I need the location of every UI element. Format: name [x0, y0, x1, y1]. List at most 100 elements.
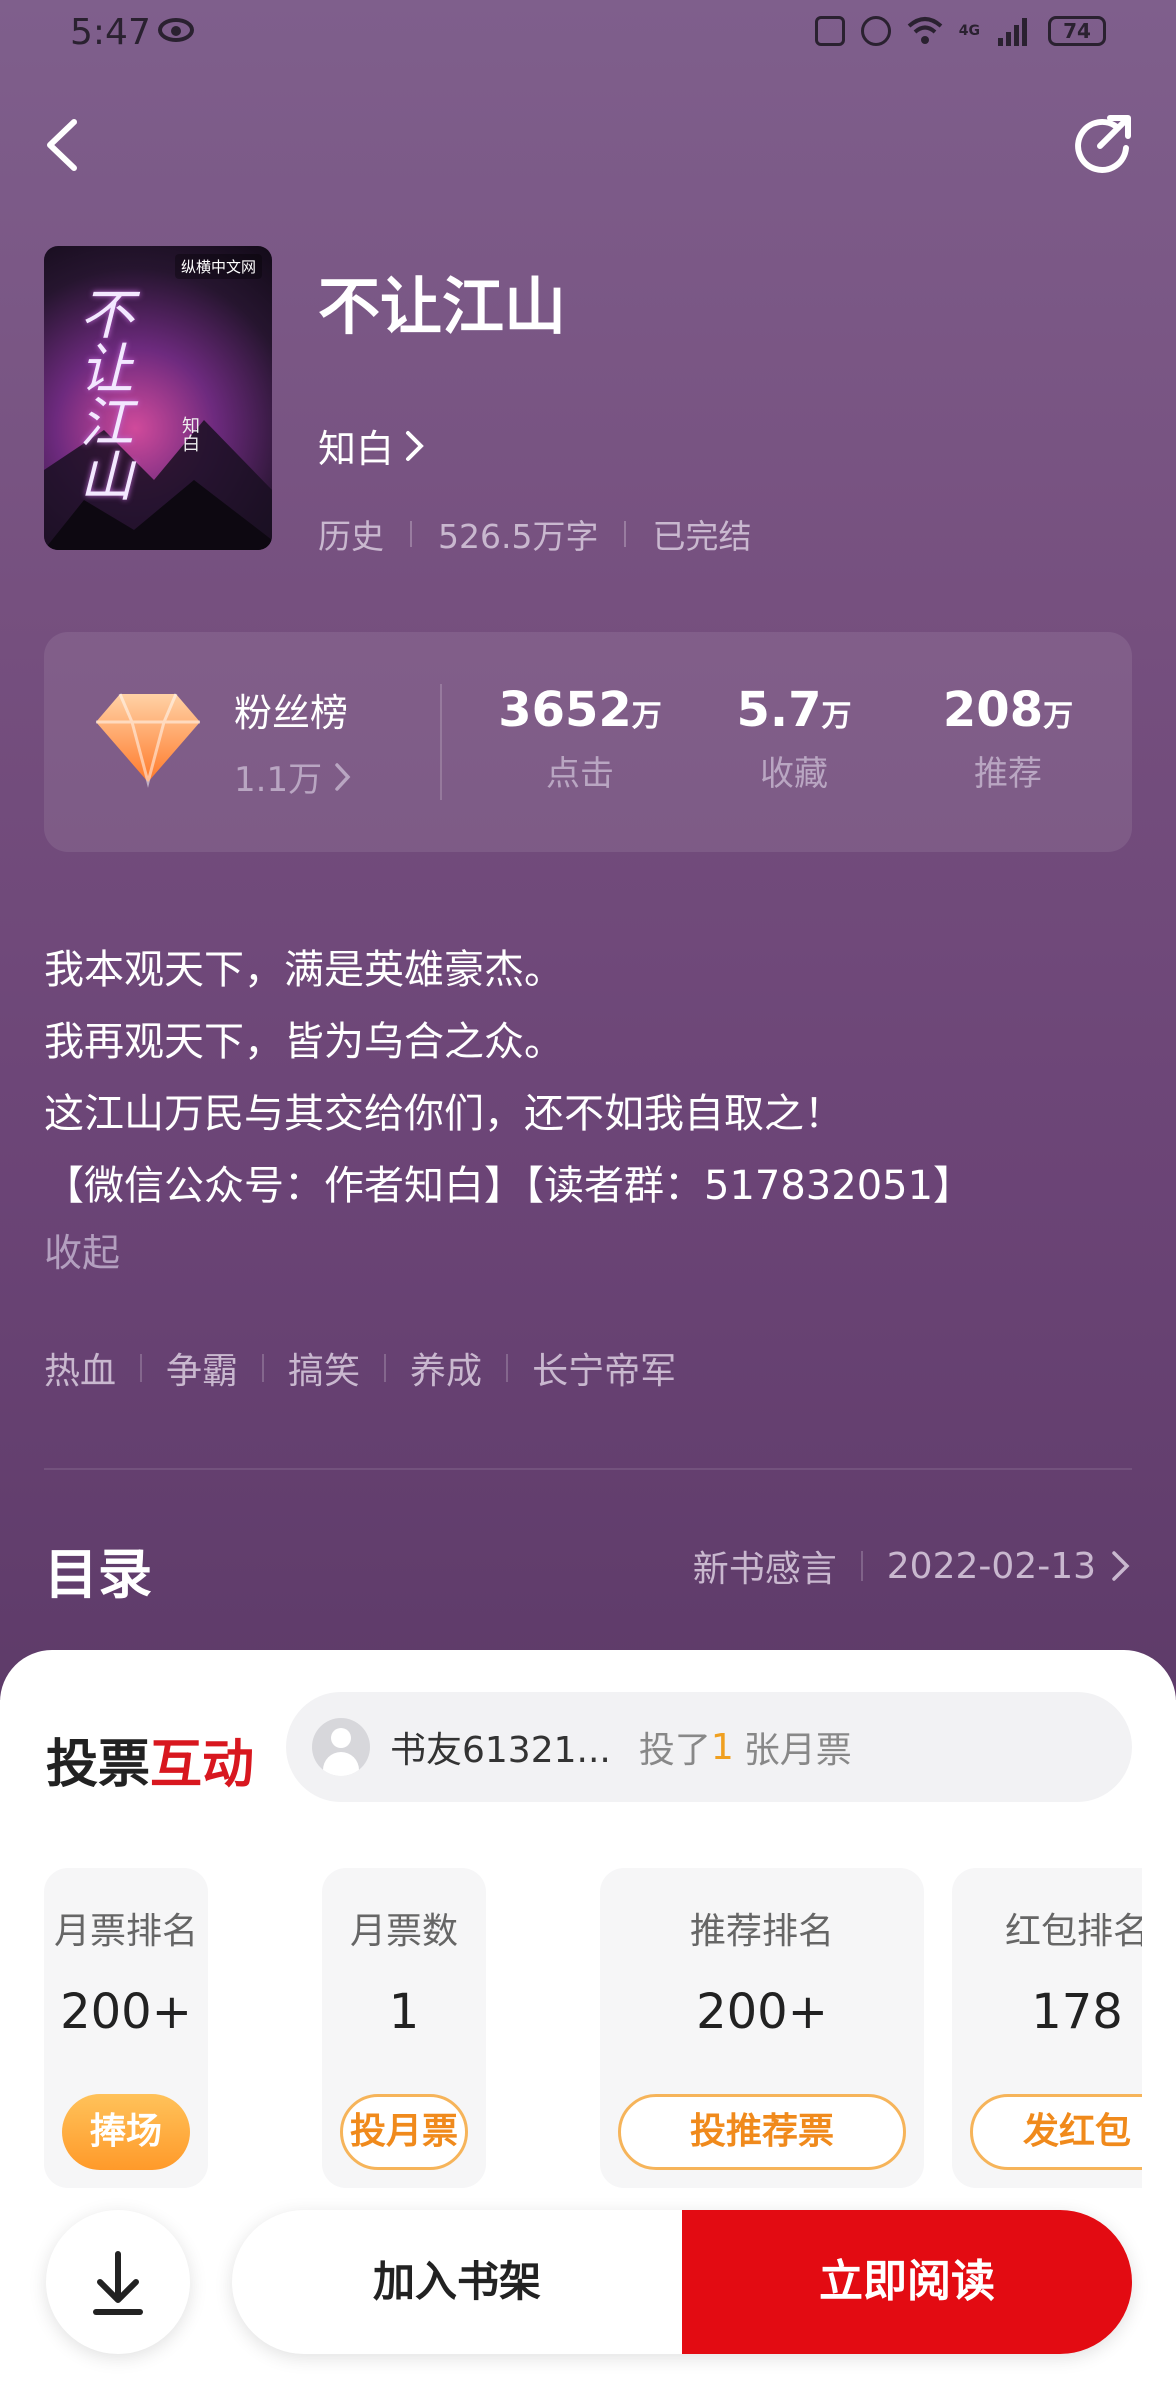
stat-value: 3652 — [498, 682, 632, 738]
chevron-right-icon — [335, 762, 351, 791]
cover-publisher-logo: 纵横中文网 — [174, 254, 262, 279]
latest-chapter: 新书感言 — [692, 1549, 837, 1590]
divider — [860, 1551, 863, 1581]
stat-clicks: 3652万 点击 — [480, 682, 680, 795]
network-label: 4G — [958, 23, 980, 39]
eye-icon — [158, 18, 194, 42]
book-word-count: 526.5万字 — [438, 517, 599, 556]
ticker-user: 书友61321... — [390, 1730, 611, 1771]
tag-item[interactable]: 养成 — [410, 1342, 482, 1394]
wifi-icon — [907, 17, 943, 44]
diamond-icon — [96, 693, 200, 788]
ticker-count: 1 — [710, 1726, 734, 1768]
card-title: 月票排名 — [53, 1911, 198, 1952]
ticker-action: 投了 — [638, 1730, 711, 1771]
vote-title-part2: 互动 — [150, 1734, 255, 1795]
divider — [262, 1354, 265, 1382]
vote-card-monthly-rank: 月票排名 200+ 捧场 — [44, 1868, 208, 2188]
vote-card-monthly-votes: 月票数 1 投月票 — [322, 1868, 486, 2188]
book-title: 不让江山 — [318, 270, 567, 343]
author-name: 知白 — [318, 427, 395, 471]
vote-card-recommend-rank: 推荐排名 200+ 投推荐票 — [600, 1868, 924, 2188]
card-title: 推荐排名 — [689, 1911, 834, 1952]
tag-item[interactable]: 搞笑 — [288, 1342, 360, 1394]
author-link[interactable]: 知白 — [318, 418, 426, 473]
synopsis-line: 【微信公众号：作者知白】【读者群：517832051】 — [44, 1163, 974, 1209]
book-synopsis: 我本观天下，满是英雄豪杰。 我再观天下，皆为乌合之众。 这江山万民与其交给你们，… — [44, 934, 1134, 1222]
book-genre: 历史 — [318, 517, 384, 556]
synopsis-line: 我本观天下，满是英雄豪杰。 — [44, 947, 564, 993]
card-value: 200+ — [60, 1984, 192, 2040]
nfc-icon — [814, 16, 845, 46]
fans-count: 1.1万 — [234, 760, 323, 800]
book-cover[interactable]: 纵横中文网 不让江山 知白 — [44, 246, 272, 550]
stat-value: 5.7 — [736, 682, 822, 738]
latest-date: 2022-02-13 — [886, 1545, 1096, 1587]
read-now-button[interactable]: 立即阅读 — [682, 2210, 1132, 2354]
card-value: 1 — [388, 1984, 420, 2040]
vote-ticker: 书友61321... 投了 1 张月票 — [286, 1692, 1132, 1802]
cover-author: 知白 — [179, 416, 200, 452]
divider — [410, 521, 412, 547]
download-button[interactable] — [46, 2210, 190, 2354]
monthly-vote-button[interactable]: 投月票 — [340, 2094, 468, 2170]
battery-icon: 74 — [1048, 16, 1106, 46]
card-value: 178 — [1031, 1984, 1123, 2040]
stat-unit: 万 — [1043, 699, 1074, 734]
tag-item[interactable]: 长宁帝军 — [532, 1342, 676, 1394]
avatar — [312, 1718, 370, 1776]
action-pill: 加入书架 立即阅读 — [232, 2210, 1132, 2354]
stat-label: 点击 — [546, 754, 614, 794]
stat-label: 收藏 — [760, 754, 828, 794]
card-title: 月票数 — [349, 1911, 458, 1952]
red-packet-button[interactable]: 发红包 — [970, 2094, 1142, 2170]
vote-card-redpacket-rank: 红包排名 178 发红包 — [952, 1868, 1142, 2188]
share-button[interactable] — [1070, 112, 1134, 176]
stat-value: 208 — [942, 682, 1044, 738]
tag-item[interactable]: 争霸 — [166, 1342, 238, 1394]
synopsis-line: 我再观天下，皆为乌合之众。 — [44, 1019, 564, 1065]
card-title: 红包排名 — [1004, 1911, 1142, 1952]
cover-title: 不让江山 — [70, 286, 133, 502]
vote-title: 投票互动 — [46, 1722, 254, 1797]
fans-rank-label[interactable]: 粉丝榜 — [234, 682, 348, 737]
stat-label: 推荐 — [974, 754, 1042, 794]
vote-cards: 月票排名 200+ 捧场 月票数 1 投月票 推荐排名 200+ 投推荐票 红包… — [44, 1868, 1142, 2188]
stat-unit: 万 — [821, 699, 852, 734]
stat-unit: 万 — [631, 699, 662, 734]
toc-title[interactable]: 目录 — [44, 1530, 152, 1609]
toc-latest-link[interactable]: 新书感言 2022-02-13 — [693, 1540, 1132, 1592]
divider — [384, 1354, 387, 1382]
recommend-vote-button[interactable]: 投推荐票 — [618, 2094, 906, 2170]
add-to-shelf-button[interactable]: 加入书架 — [232, 2210, 682, 2354]
support-button[interactable]: 捧场 — [62, 2094, 190, 2170]
back-button[interactable] — [40, 118, 88, 172]
synopsis-line: 这江山万民与其交给你们，还不如我自取之！ — [44, 1091, 844, 1137]
divider — [440, 684, 442, 800]
divider — [506, 1354, 509, 1382]
status-time: 5:47 — [70, 12, 151, 53]
vote-title-part1: 投票 — [46, 1734, 151, 1795]
stats-card: 粉丝榜 1.1万 3652万 点击 5.7万 收藏 208万 推荐 — [44, 632, 1132, 852]
book-status: 已完结 — [652, 517, 752, 556]
ticker-suffix: 张月票 — [743, 1730, 852, 1771]
alarm-icon — [860, 16, 891, 46]
bottom-action-bar: 加入书架 立即阅读 — [0, 2200, 1176, 2400]
chevron-right-icon — [406, 430, 424, 461]
tag-item[interactable]: 热血 — [44, 1342, 116, 1394]
divider — [140, 1354, 143, 1382]
tag-list: 热血 争霸 搞笑 养成 长宁帝军 — [44, 1342, 676, 1394]
status-bar: 5:47 4G 74 — [0, 0, 1176, 70]
signal-icon — [998, 18, 1027, 46]
status-icons: 4G 74 — [814, 16, 1106, 46]
collapse-synopsis-button[interactable]: 收起 — [44, 1222, 120, 1277]
card-value: 200+ — [696, 1984, 828, 2040]
download-icon — [93, 2251, 143, 2315]
book-meta: 历史 526.5万字 已完结 — [318, 510, 751, 558]
stat-recommend: 208万 推荐 — [908, 682, 1108, 795]
stat-favorites: 5.7万 收藏 — [694, 682, 894, 795]
fans-rank-link[interactable]: 1.1万 — [234, 752, 352, 801]
chevron-right-icon — [1112, 1551, 1130, 1581]
divider — [624, 521, 627, 547]
divider — [44, 1468, 1132, 1470]
